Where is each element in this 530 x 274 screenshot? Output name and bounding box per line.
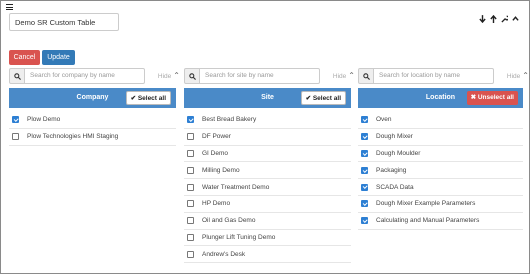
list-item[interactable]: Water Treatment Demo [184, 179, 351, 196]
chevron-up-icon: ⌃ [522, 71, 529, 80]
site-select-all-button[interactable]: ✔ Select all [300, 91, 346, 105]
list-item-label: Dough Mixer [376, 133, 413, 141]
list-item-label: Oil and Gas Demo [202, 217, 256, 225]
checkbox[interactable] [12, 116, 19, 124]
list-item[interactable]: SCADA Data [358, 179, 523, 196]
checkbox[interactable] [187, 133, 194, 141]
list-item-label: Andrew's Desk [202, 250, 246, 258]
list-item[interactable]: Oven [358, 112, 523, 129]
company-search-input[interactable]: Search for company by name [24, 68, 145, 84]
list-item-label: Milling Demo [202, 166, 240, 174]
list-item[interactable]: DF Power [184, 129, 351, 146]
chevron-up-icon: ⌃ [173, 71, 180, 80]
cancel-button[interactable]: Cancel [9, 50, 40, 65]
company-header: Company ✔ Select all [9, 88, 176, 108]
site-column: Search for site by name Hide ⌃ Site ✔ Sel… [184, 68, 355, 264]
site-search: Search for site by name Hide ⌃ [184, 68, 355, 84]
company-hide-toggle[interactable]: Hide ⌃ [158, 68, 180, 84]
company-select-all-button[interactable]: ✔ Select all [125, 91, 171, 105]
list-item[interactable]: Dough Mixer [358, 129, 523, 146]
checkbox[interactable] [187, 183, 194, 191]
checkbox[interactable] [361, 217, 368, 225]
list-item-label: Dough Mixer Example Parameters [376, 200, 476, 208]
arrow-up-icon[interactable] [489, 14, 497, 23]
checkbox[interactable] [187, 200, 194, 208]
hide-label: Hide [157, 73, 172, 80]
list-item-label: SCADA Data [376, 183, 414, 191]
site-header-label: Site [261, 94, 274, 101]
checkbox[interactable] [187, 217, 194, 225]
location-column: Search for location by name Hide ⌃ Locati… [358, 68, 529, 230]
checkbox[interactable] [187, 166, 194, 174]
list-item[interactable]: Oil and Gas Demo [184, 213, 351, 230]
checkbox[interactable] [361, 166, 368, 174]
table-title-field[interactable]: Demo SR Custom Table [9, 13, 119, 31]
list-item-label: Dough Moulder [376, 149, 421, 157]
search-icon[interactable] [9, 68, 25, 84]
list-item[interactable]: HP Demo [184, 196, 351, 213]
checkbox[interactable] [187, 116, 194, 124]
wrench-icon[interactable] [500, 14, 508, 23]
checkbox[interactable] [12, 133, 19, 141]
hide-label: Hide [506, 73, 521, 80]
list-item-label: Packaging [376, 166, 407, 174]
site-hide-toggle[interactable]: Hide ⌃ [333, 68, 355, 84]
list-item[interactable]: Plow Demo [9, 112, 176, 129]
checkbox[interactable] [361, 200, 368, 208]
search-icon[interactable] [358, 68, 374, 84]
list-item-label: HP Demo [202, 200, 231, 208]
list-item-label: Plunger Lift Tuning Demo [202, 233, 276, 241]
list-item[interactable]: Milling Demo [184, 162, 351, 180]
list-item-label: Plow Demo [27, 116, 61, 124]
location-list: Oven Dough Mixer Dough Moulder Packaging… [358, 112, 529, 230]
site-search-input[interactable]: Search for site by name [199, 68, 320, 84]
checkbox[interactable] [187, 149, 194, 157]
arrow-down-icon[interactable] [478, 14, 486, 23]
list-item-label: DF Power [202, 133, 231, 141]
hide-label: Hide [332, 73, 347, 80]
list-item[interactable]: GI Demo [184, 146, 351, 163]
list-item-label: Best Bread Bakery [202, 116, 257, 124]
company-column: Search for company by name Hide ⌃ Company… [9, 68, 180, 146]
list-item-label: GI Demo [202, 149, 229, 157]
header-tools [478, 14, 519, 23]
search-icon[interactable] [184, 68, 200, 84]
chevron-up-icon: ⌃ [348, 71, 355, 80]
checkbox[interactable] [361, 116, 368, 124]
checkbox[interactable] [361, 183, 368, 191]
list-item-label: Plow Technologies HMI Staging [27, 133, 119, 141]
company-search: Search for company by name Hide ⌃ [9, 68, 180, 84]
checkbox[interactable] [187, 233, 194, 241]
site-list: Best Bread Bakery DF Power GI Demo Milli… [184, 112, 355, 264]
list-item-label: Water Treatment Demo [202, 183, 270, 191]
list-item[interactable]: Plunger Lift Tuning Demo [184, 230, 351, 247]
list-item[interactable]: Calculating and Manual Parameters [358, 213, 523, 230]
location-hide-toggle[interactable]: Hide ⌃ [507, 68, 529, 84]
checkbox[interactable] [187, 250, 194, 258]
list-item[interactable]: Plow Technologies HMI Staging [9, 129, 176, 146]
update-button[interactable]: Update [42, 50, 75, 65]
location-unselect-all-button[interactable]: ✖ Unselect all [466, 91, 518, 105]
location-search: Search for location by name Hide ⌃ [358, 68, 529, 84]
company-list: Plow Demo Plow Technologies HMI Staging [9, 112, 180, 146]
location-header: Location ✖ Unselect all [358, 88, 523, 108]
site-header: Site ✔ Select all [184, 88, 351, 108]
list-item[interactable]: Best Bread Bakery [184, 112, 351, 129]
location-header-label: Location [425, 94, 456, 101]
location-search-input[interactable]: Search for location by name [373, 68, 494, 84]
menu-icon[interactable] [6, 4, 13, 10]
list-item-label: Calculating and Manual Parameters [376, 217, 480, 225]
app-frame: Demo SR Custom Table Cancel Update Searc… [0, 0, 530, 274]
list-item[interactable]: Andrew's Desk [184, 246, 351, 264]
list-item[interactable]: Dough Mixer Example Parameters [358, 196, 523, 213]
list-item-label: Oven [376, 116, 392, 124]
company-header-label: Company [76, 94, 109, 101]
list-item[interactable]: Dough Moulder [358, 146, 523, 163]
chevron-up-icon[interactable] [511, 14, 519, 23]
checkbox[interactable] [361, 149, 368, 157]
list-item[interactable]: Packaging [358, 162, 523, 180]
checkbox[interactable] [361, 133, 368, 141]
